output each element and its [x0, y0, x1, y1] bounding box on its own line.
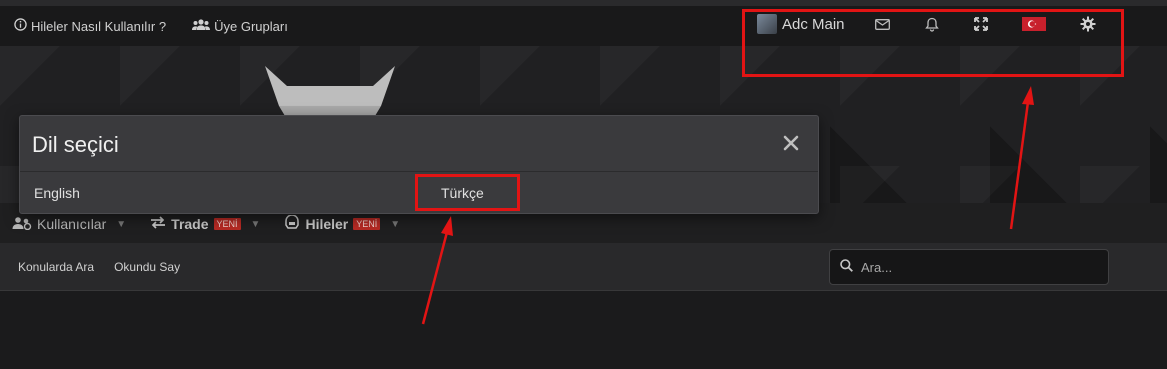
arrow-head-turkish — [441, 216, 453, 236]
arrow-line-topbar — [1009, 101, 1030, 230]
annotation-arrows — [421, 86, 1034, 325]
arrow-line-turkish — [421, 231, 449, 325]
arrow-head-topbar — [1022, 86, 1034, 105]
